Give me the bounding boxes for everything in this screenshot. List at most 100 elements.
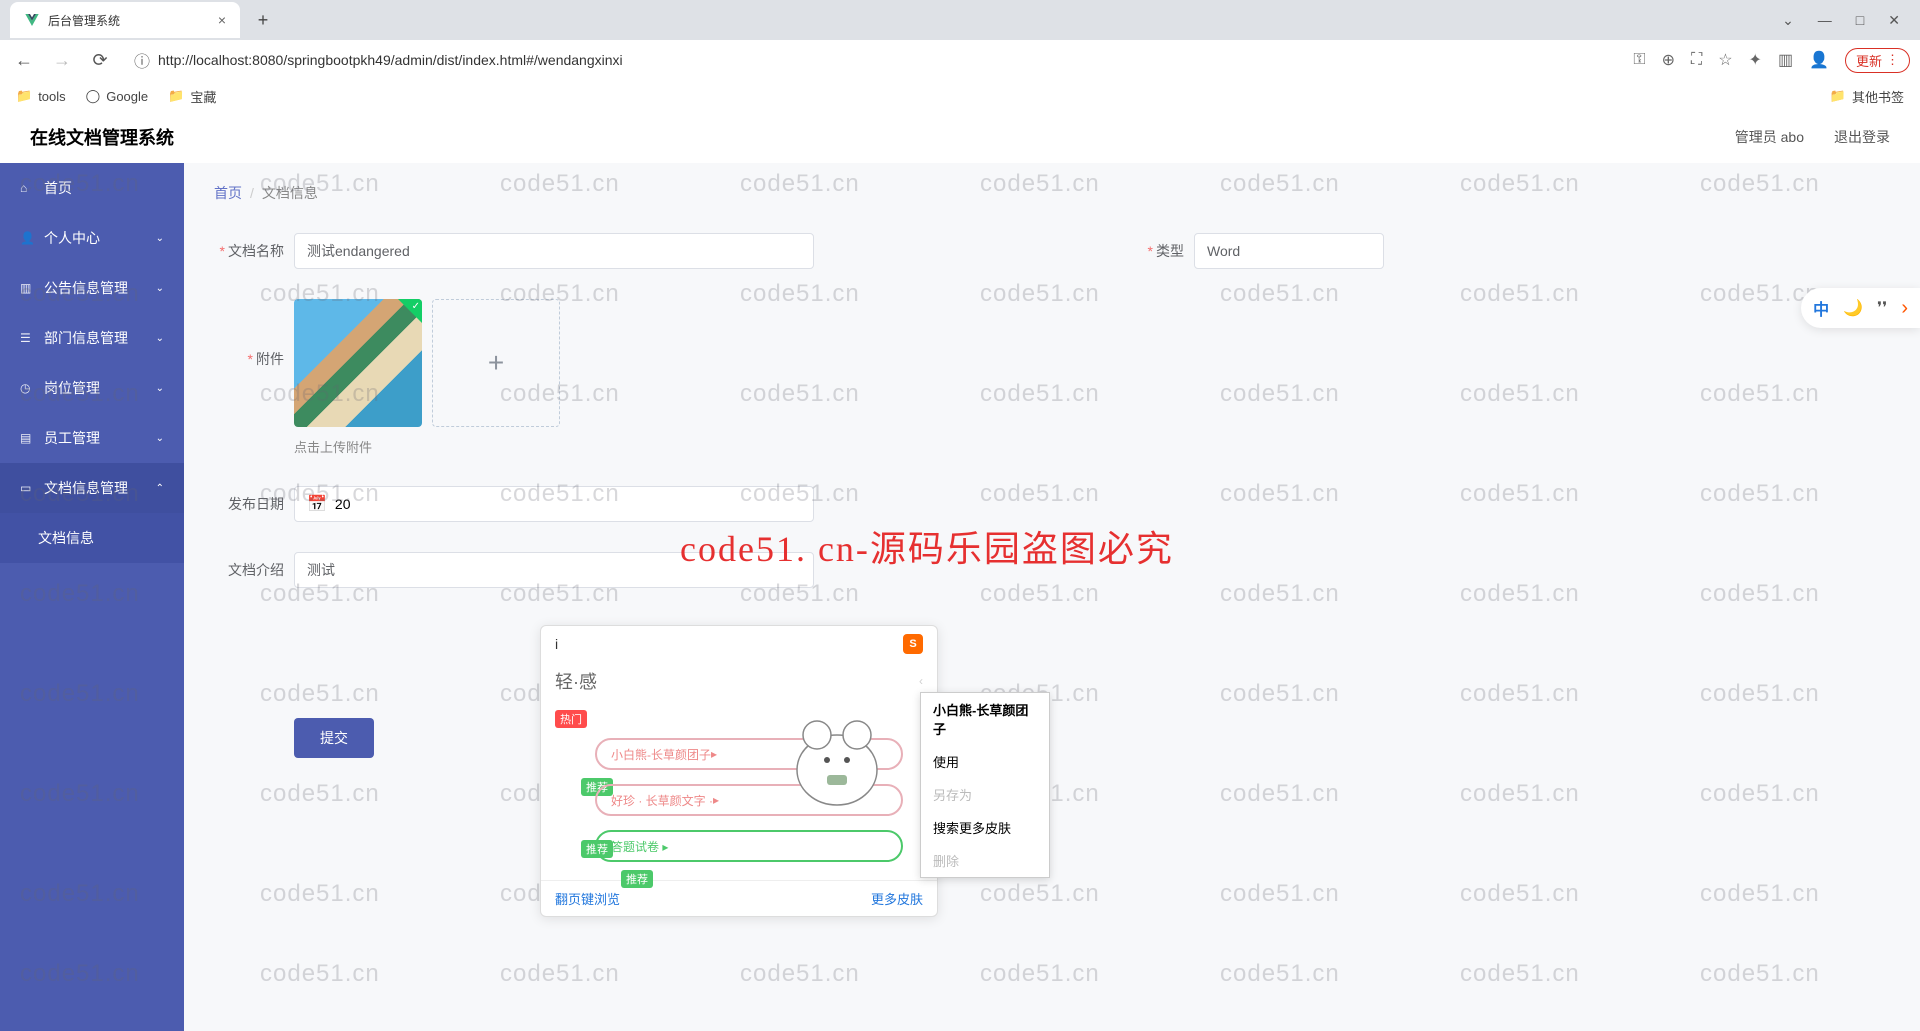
new-tab-button[interactable]: + (248, 5, 278, 35)
sidebar-item-docmgr[interactable]: ▭文档信息管理⌃ (0, 463, 184, 513)
profile-icon[interactable]: 👤 (1809, 50, 1829, 70)
sidebar-item-dept[interactable]: ☰部门信息管理⌄ (0, 313, 184, 363)
skin-option-3[interactable]: 答题试卷 ▸ (595, 830, 903, 862)
doc-name-input[interactable] (294, 233, 814, 269)
forward-button[interactable]: → (48, 46, 76, 74)
panel-icon[interactable]: ▥ (1778, 50, 1793, 70)
window-controls: ⌄ — □ ✕ (1782, 12, 1920, 29)
sidebar-item-personal[interactable]: 👤个人中心⌄ (0, 213, 184, 263)
doc-intro-label: 文档介绍 (214, 560, 284, 580)
submit-button[interactable]: 提交 (294, 718, 374, 758)
ctx-delete: 删除 (921, 844, 1049, 877)
position-icon: ◷ (20, 381, 34, 395)
date-text[interactable] (335, 496, 801, 512)
google-icon: ◯ (86, 88, 101, 104)
ime-suggestion[interactable]: 轻·感 (555, 668, 597, 694)
upload-area: + (294, 299, 560, 427)
close-icon[interactable]: × (218, 12, 226, 28)
ime-browse-link[interactable]: 翻页键浏览 (555, 889, 620, 908)
type-select[interactable] (1194, 233, 1384, 269)
app-title: 在线文档管理系统 (30, 124, 174, 150)
ctx-skin-title: 小白熊-长草颜团子 (921, 693, 1049, 745)
chevron-down-icon: ⌄ (156, 383, 164, 394)
sogou-icon[interactable]: S (903, 634, 923, 654)
main-content: 首页/文档信息 *文档名称 *类型 *附件 (184, 163, 1920, 1031)
bookmark-treasure[interactable]: 📁宝藏 (168, 87, 216, 106)
doc-name-label: *文档名称 (214, 241, 284, 261)
chevron-left-icon[interactable]: ‹ (919, 674, 923, 688)
user-info[interactable]: 管理员 abo (1735, 127, 1804, 147)
breadcrumb: 首页/文档信息 (214, 183, 1890, 203)
upload-add-button[interactable]: + (432, 299, 560, 427)
translate-icon[interactable]: ⛶ (1691, 51, 1702, 69)
close-window-icon[interactable]: ✕ (1888, 12, 1900, 29)
back-button[interactable]: ← (10, 46, 38, 74)
browser-tab[interactable]: 后台管理系统 × (10, 2, 240, 38)
ime-more-skins-link[interactable]: 更多皮肤 (871, 889, 923, 908)
url-bar-right: ⚿ ⊕ ⛶ ☆ ✦ ▥ 👤 更新 ⋮ (1633, 48, 1910, 73)
maximize-icon[interactable]: □ (1856, 12, 1864, 29)
sidebar-item-docinfo[interactable]: 文档信息 (0, 513, 184, 563)
chevron-down-icon: ⌄ (156, 233, 164, 244)
attach-label: *附件 (214, 349, 284, 369)
tab-title: 后台管理系统 (48, 12, 210, 29)
lang-toggle[interactable]: 中 (1813, 296, 1829, 320)
sidebar-item-staff[interactable]: ▤员工管理⌄ (0, 413, 184, 463)
ime-skins: 热门 小白熊-长草颜团子 ▸ 推荐 好珍 · 长草颜文字 · ▸ 推荐 答题试卷… (541, 700, 937, 880)
pub-date-input[interactable]: 📅 (294, 486, 814, 522)
chevron-up-icon: ⌃ (156, 483, 164, 494)
staff-icon: ▤ (20, 431, 34, 445)
dropdown-icon[interactable]: ⌄ (1782, 12, 1794, 29)
tab-bar: 后台管理系统 × + ⌄ — □ ✕ (0, 0, 1920, 40)
browser-chrome: 后台管理系统 × + ⌄ — □ ✕ ← → ⟳ ⓘ http://localh… (0, 0, 1920, 113)
ctx-use[interactable]: 使用 (921, 745, 1049, 778)
chevron-down-icon: ⌄ (156, 333, 164, 344)
sidebar: ⌂首页 👤个人中心⌄ ▥公告信息管理⌄ ☰部门信息管理⌄ ◷岗位管理⌄ ▤员工管… (0, 163, 184, 1031)
bookmark-other[interactable]: 📁其他书签 (1830, 87, 1904, 106)
calendar-icon: 📅 (307, 494, 327, 514)
sidebar-item-home[interactable]: ⌂首页 (0, 163, 184, 213)
key-icon[interactable]: ⚿ (1633, 51, 1645, 69)
ime-context-menu: 小白熊-长草颜团子 使用 另存为 搜索更多皮肤 删除 (920, 692, 1050, 878)
breadcrumb-home[interactable]: 首页 (214, 185, 242, 201)
reload-button[interactable]: ⟳ (86, 46, 114, 74)
quote-icon[interactable]: ❜❜ (1877, 298, 1887, 318)
moon-icon[interactable]: 🌙 (1843, 298, 1863, 318)
home-icon: ⌂ (20, 181, 34, 195)
ime-input-text: i (555, 636, 558, 652)
chevron-down-icon: ⌄ (156, 283, 164, 294)
url-field[interactable]: ⓘ http://localhost:8080/springbootpkh49/… (124, 44, 1623, 76)
folder-icon: 📁 (1830, 88, 1846, 104)
vue-icon (24, 12, 40, 28)
user-icon: 👤 (20, 231, 34, 245)
bar-icon: ▥ (20, 281, 34, 295)
bookmark-tools[interactable]: 📁tools (16, 88, 66, 104)
type-label: *类型 (1114, 241, 1184, 261)
doc-icon: ▭ (20, 481, 34, 495)
extensions-icon[interactable]: ✦ (1749, 50, 1762, 70)
doc-intro-input[interactable] (294, 552, 814, 588)
site-info-icon[interactable]: ⓘ (134, 48, 150, 72)
url-text: http://localhost:8080/springbootpkh49/ad… (158, 52, 1613, 68)
sidebar-item-position[interactable]: ◷岗位管理⌄ (0, 363, 184, 413)
url-bar: ← → ⟳ ⓘ http://localhost:8080/springboot… (0, 40, 1920, 80)
star-icon[interactable]: ☆ (1718, 50, 1732, 70)
logout-link[interactable]: 退出登录 (1834, 127, 1890, 147)
ctx-search[interactable]: 搜索更多皮肤 (921, 811, 1049, 844)
bear-illustration (777, 700, 897, 820)
upload-preview[interactable] (294, 299, 422, 427)
arrow-right-icon[interactable]: › (1901, 297, 1908, 320)
rec-badge: 推荐 (621, 870, 653, 888)
sidebar-item-notice[interactable]: ▥公告信息管理⌄ (0, 263, 184, 313)
ctx-saveas: 另存为 (921, 778, 1049, 811)
app-header: 在线文档管理系统 管理员 abo 退出登录 (0, 112, 1920, 162)
update-button[interactable]: 更新 ⋮ (1845, 48, 1910, 73)
zoom-icon[interactable]: ⊕ (1662, 50, 1675, 70)
minimize-icon[interactable]: — (1818, 12, 1832, 29)
upload-hint: 点击上传附件 (294, 437, 560, 456)
breadcrumb-current: 文档信息 (262, 185, 318, 201)
bookmark-bar: 📁tools ◯Google 📁宝藏 📁其他书签 (0, 80, 1920, 112)
folder-icon: 📁 (16, 88, 32, 104)
dept-icon: ☰ (20, 331, 34, 345)
bookmark-google[interactable]: ◯Google (86, 88, 148, 104)
